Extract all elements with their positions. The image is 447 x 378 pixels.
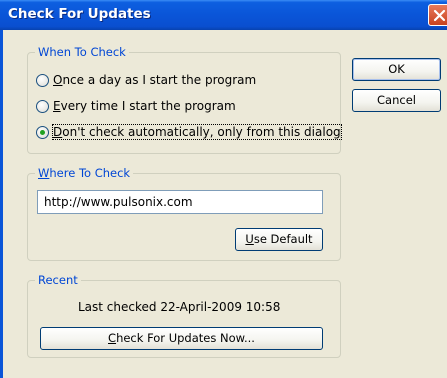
radio-once-a-day-button[interactable] <box>36 73 49 87</box>
window-frame-left <box>0 30 3 378</box>
when-to-check-legend: When To Check <box>35 45 129 59</box>
cancel-button[interactable]: Cancel <box>352 89 441 112</box>
recent-group: Recent Last checked 22-April-2009 10:58 … <box>27 273 341 358</box>
radio-once-a-day-label: Once a day as I start the program <box>53 73 257 87</box>
radio-dont-check-button[interactable] <box>36 125 49 139</box>
close-button[interactable] <box>428 4 447 26</box>
close-icon <box>433 9 446 22</box>
radio-every-time-label: Every time I start the program <box>53 99 236 113</box>
check-for-updates-dialog: Check For Updates When To Check Once a d… <box>0 0 447 378</box>
radio-every-time[interactable]: Every time I start the program <box>36 97 236 115</box>
radio-dont-check-label: Don't check automatically, only from thi… <box>52 124 342 140</box>
radio-dont-check[interactable]: Don't check automatically, only from thi… <box>36 123 342 141</box>
window-title: Check For Updates <box>8 6 151 22</box>
where-to-check-group: Where To Check Use Default <box>27 166 341 261</box>
title-bar[interactable]: Check For Updates <box>0 0 447 30</box>
radio-every-time-button[interactable] <box>36 99 49 113</box>
recent-legend: Recent <box>35 273 81 287</box>
last-checked-text: Last checked 22-April-2009 10:58 <box>78 300 281 314</box>
when-to-check-group: When To Check Once a day as I start the … <box>27 45 342 154</box>
where-to-check-legend: Where To Check <box>35 166 134 180</box>
check-for-updates-now-button[interactable]: Check For Updates Now... <box>40 327 323 350</box>
ok-button[interactable]: OK <box>352 58 441 81</box>
url-input[interactable] <box>37 190 323 214</box>
use-default-button[interactable]: Use Default <box>235 228 323 251</box>
radio-once-a-day[interactable]: Once a day as I start the program <box>36 71 256 89</box>
